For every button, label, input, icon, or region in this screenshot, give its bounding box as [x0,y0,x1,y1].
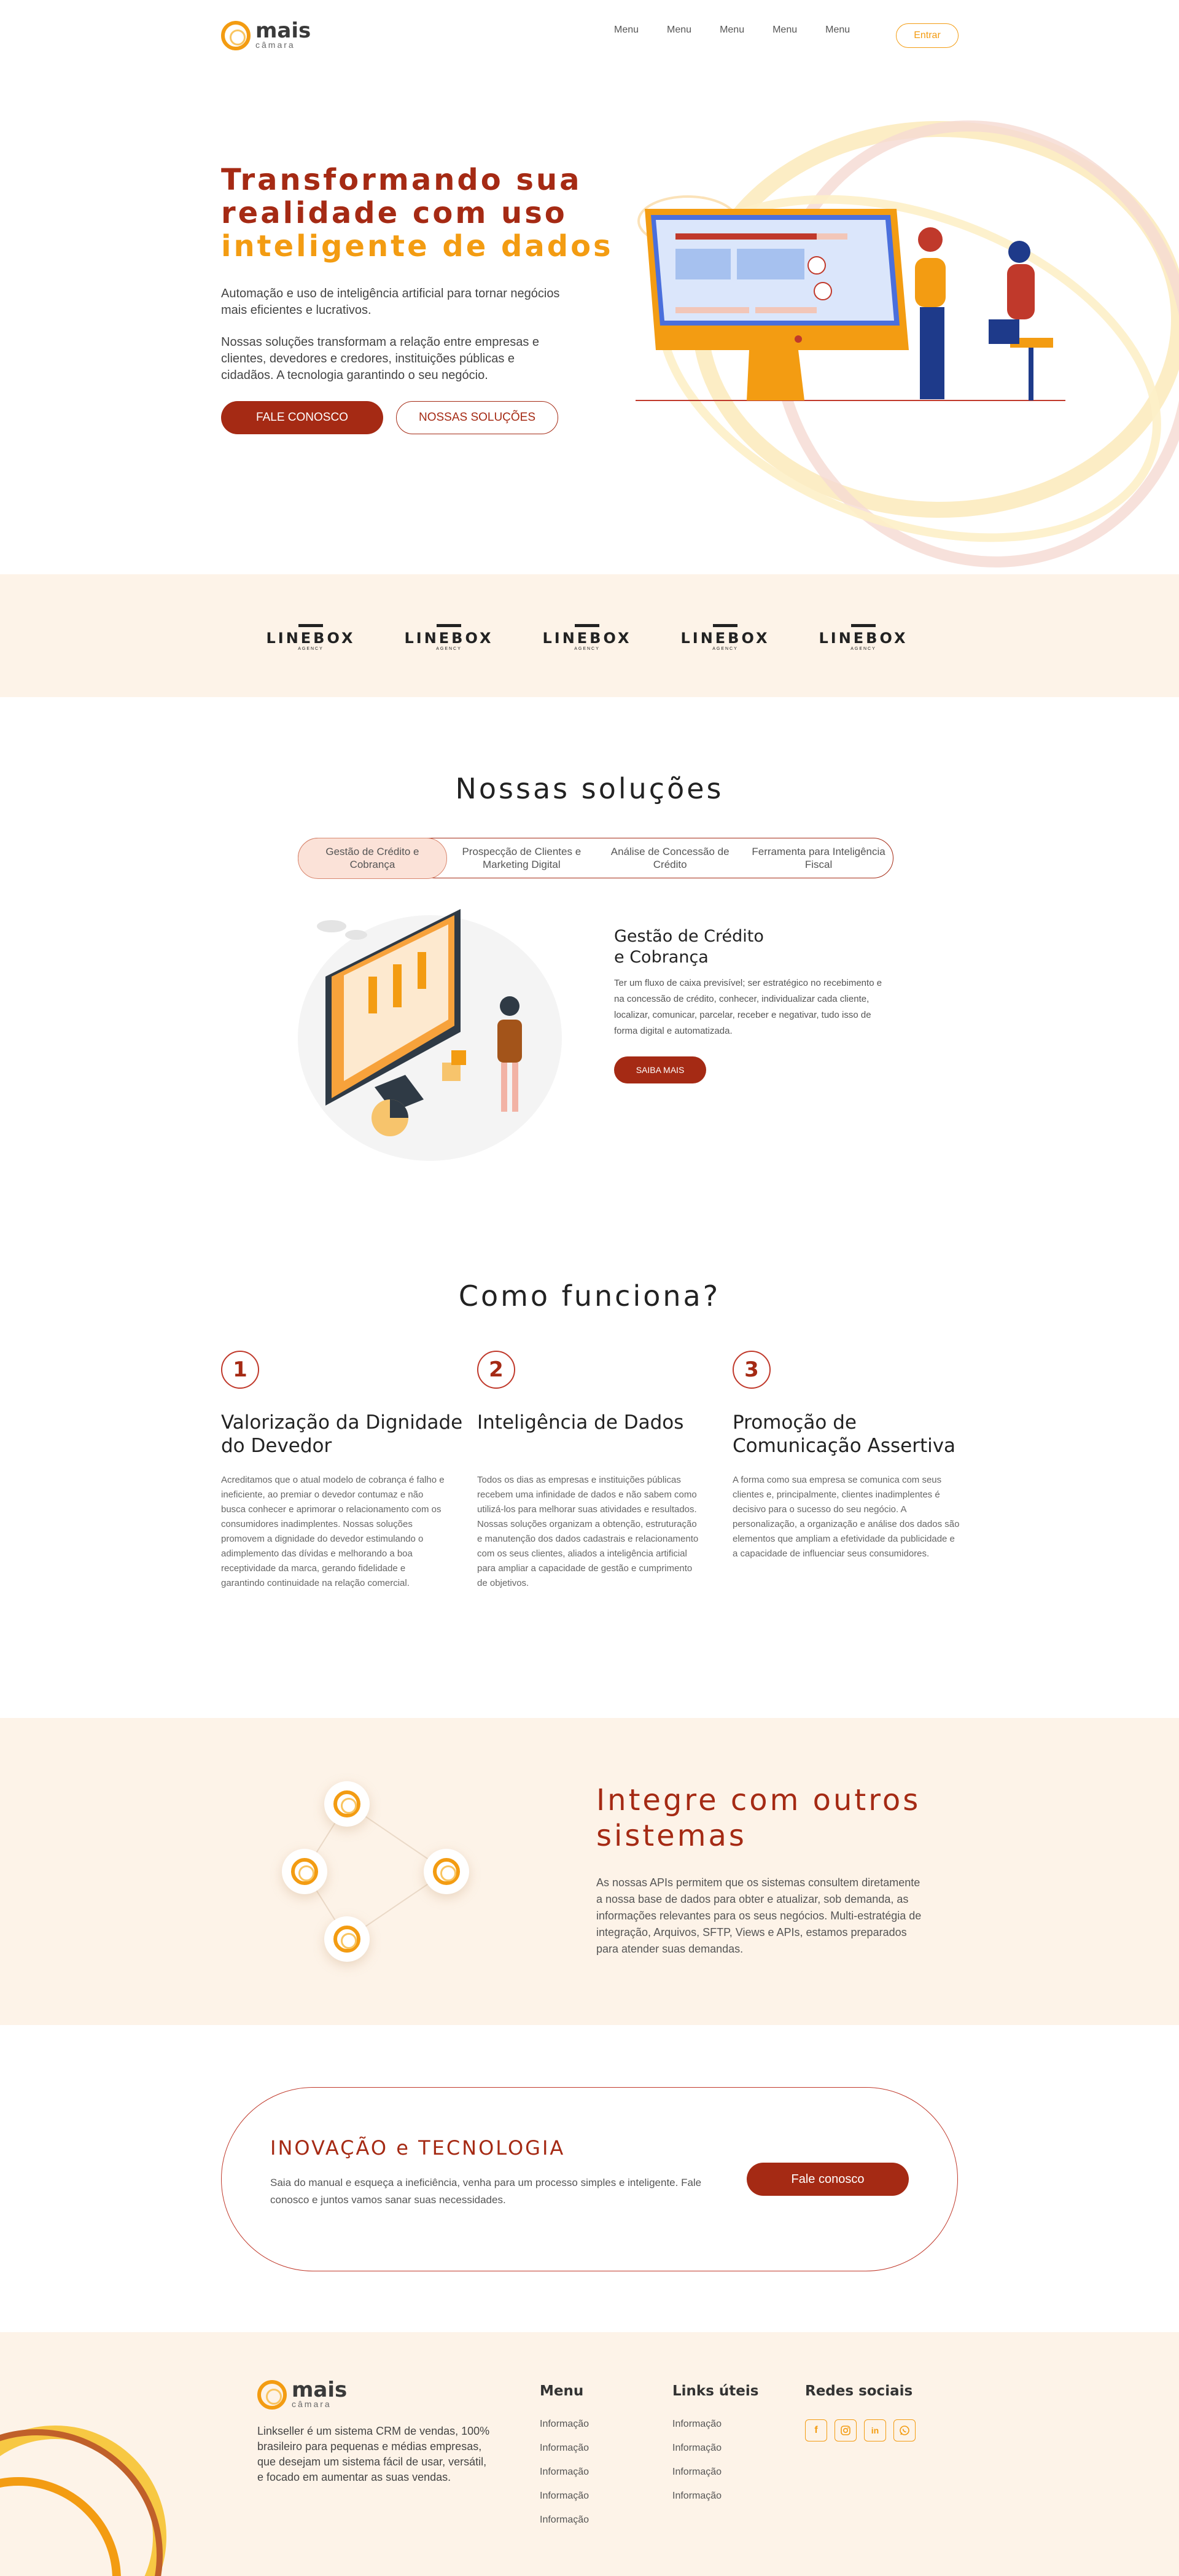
linkedin-icon[interactable]: in [864,2419,886,2441]
solution-title-line1: Gestão de Crédito [614,927,764,946]
solutions-tabs: Gestão de Crédito e Cobrança Prospecção … [297,837,893,879]
integration-node-icon [424,1849,469,1894]
how-it-works-title: Como funciona? [458,1279,721,1313]
nav-item-1[interactable]: Menu [614,25,639,36]
footer-useful-link[interactable]: Informação [672,2491,722,2502]
step-3-number: 3 [733,1351,771,1389]
cta-text: Saia do manual e esqueça a ineficiência,… [270,2177,702,2206]
integration-connectors [304,1803,447,1940]
instagram-icon[interactable] [835,2419,857,2441]
hero-title-line2: realidade com uso [221,196,567,230]
step-1-title-line2: do Devedor [221,1435,332,1457]
step-1-title-line1: Valorização da Dignidade [221,1411,463,1434]
partner-sub: AGENCY [436,647,462,651]
footer-menu-link[interactable]: Informação [540,2515,589,2526]
footer-about: Linkseller é um sistema CRM de vendas, 1… [257,2425,490,2483]
header-logo[interactable]: mais câmara [221,18,311,50]
nav-item-5[interactable]: Menu [825,25,850,36]
tab-credit-analysis[interactable]: Análise de Concessão de Crédito [596,838,744,878]
integration-title: Integre com outros sistemas [596,1782,920,1854]
tab-prospecting[interactable]: Prospecção de Clientes e Marketing Digit… [447,838,596,878]
footer-decor-arcs [0,2426,166,2576]
partner-name: LINEBOX [680,630,770,647]
footer-links-title: Links úteis [672,2383,759,2399]
partner-logo-1[interactable]: LINEBOX AGENCY [265,624,357,651]
integration-title-line2: sistemas [596,1819,747,1853]
tab-fiscal-intelligence[interactable]: Ferramenta para Inteligência Fiscal [744,838,893,878]
step-3-title-line2: Comunicação Assertiva [733,1435,956,1457]
partner-sub: AGENCY [712,647,738,651]
integration-node-icon [324,1781,370,1827]
step-1-description: Acreditamos que o atual modelo de cobran… [221,1475,445,1588]
footer-useful-link[interactable]: Informação [672,2443,722,2454]
solutions-button[interactable]: NOSSAS SOLUÇÕES [396,401,558,434]
hero-title-line1: Transformando sua [221,163,582,197]
footer-menu-link[interactable]: Informação [540,2419,589,2430]
solutions-title: Nossas soluções [455,772,724,805]
step-1-title: Valorização da Dignidade do Devedor [221,1411,462,1458]
footer-useful-link[interactable]: Informação [672,2467,722,2478]
partner-sub: AGENCY [850,647,876,651]
step-2-title: Inteligência de Dados [477,1411,683,1434]
hero-title: Transformando sua realidade com uso inte… [221,163,613,263]
integration-node-icon [324,1916,370,1962]
step-2-description: Todos os dias as empresas e instituições… [477,1475,699,1588]
logo-brand: mais [292,2378,348,2402]
footer-menu-title: Menu [540,2383,584,2399]
footer-menu-link[interactable]: Informação [540,2443,589,2454]
integration-title-line1: Integre com outros [596,1783,921,1817]
logo-ring-icon [257,2380,287,2410]
step-2-title-line1: Inteligência de Dados [477,1411,684,1434]
site-header: mais câmara Menu Menu Menu Menu Menu Ent… [0,0,1179,74]
partner-logo-3[interactable]: LINEBOX AGENCY [541,624,633,651]
hero-paragraph-1: Automação e uso de inteligência artifici… [221,287,560,317]
step-1-number: 1 [221,1351,259,1389]
logo-brand: mais [255,18,311,43]
partner-name: LINEBOX [266,630,356,647]
footer-social-title: Redes sociais [805,2383,913,2399]
facebook-icon[interactable]: f [805,2419,827,2441]
contact-button[interactable]: FALE CONOSCO [221,401,383,434]
main-nav: Menu Menu Menu Menu Menu [614,25,850,36]
partner-name: LINEBOX [542,630,632,647]
step-3-description: A forma como sua empresa se comunica com… [733,1475,960,1559]
integration-description: As nossas APIs permitem que os sistemas … [596,1876,922,1955]
footer-menu-link[interactable]: Informação [540,2467,589,2478]
step-3-title: Promoção de Comunicação Assertiva [733,1411,955,1458]
footer-useful-link[interactable]: Informação [672,2419,722,2430]
integration-node-icon [282,1849,327,1894]
cta-contact-button[interactable]: Fale conosco [747,2163,909,2196]
hero-paragraph-2: Nossas soluções transformam a relação en… [221,335,540,382]
tab-credit-management[interactable]: Gestão de Crédito e Cobrança [297,837,448,879]
partner-logo-5[interactable]: LINEBOX AGENCY [817,624,909,651]
nav-item-4[interactable]: Menu [772,25,797,36]
nav-item-3[interactable]: Menu [720,25,744,36]
partner-name: LINEBOX [819,630,908,647]
learn-more-button[interactable]: SAIBA MAIS [614,1056,706,1083]
login-button[interactable]: Entrar [896,23,959,48]
partner-sub: AGENCY [298,647,324,651]
step-3-title-line1: Promoção de [733,1411,857,1434]
solution-title: Gestão de Crédito e Cobrança [614,926,764,968]
footer-menu-link[interactable]: Informação [540,2491,589,2502]
solution-illustration [298,909,562,1161]
step-2-number: 2 [477,1351,515,1389]
hero-title-accent: inteligente de dados [221,229,613,263]
solution-description: Ter um fluxo de caixa previsível; ser es… [614,978,882,1036]
nav-item-2[interactable]: Menu [667,25,691,36]
partner-logo-2[interactable]: LINEBOX AGENCY [403,624,495,651]
cta-title: INOVAÇÃO e TECNOLOGIA [270,2136,566,2160]
hero-illustration [636,209,1065,401]
footer-logo[interactable]: mais câmara [257,2378,348,2410]
solution-title-line2: e Cobrança [614,948,709,967]
logo-ring-icon [221,21,251,50]
partner-logo-4[interactable]: LINEBOX AGENCY [679,624,771,651]
whatsapp-icon[interactable] [893,2419,916,2441]
partner-name: LINEBOX [404,630,494,647]
partner-sub: AGENCY [574,647,600,651]
